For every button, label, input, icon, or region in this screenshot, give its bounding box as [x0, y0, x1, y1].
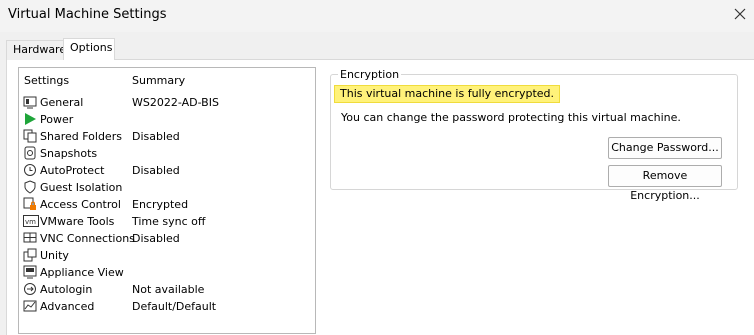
tab-hardware[interactable]: Hardware — [6, 40, 66, 60]
list-item-name: General — [40, 96, 84, 109]
list-item-summary: WS2022-AD-BIS — [132, 96, 219, 109]
remove-encryption-button[interactable]: Remove Encryption... — [608, 165, 722, 202]
list-item-guest-isolation[interactable]: Guest Isolation — [19, 179, 315, 196]
encryption-group: Encryption This virtual machine is fully… — [330, 68, 738, 202]
close-icon — [734, 8, 746, 20]
list-item-name: Guest Isolation — [40, 181, 123, 194]
list-item-name: Unity — [40, 249, 69, 262]
list-item-vnc-connections[interactable]: VNC Connections Disabled — [19, 230, 315, 247]
list-item-name: Power — [40, 113, 74, 126]
vnc-icon — [23, 231, 37, 245]
list-header: Settings Summary — [19, 74, 315, 88]
list-item-access-control[interactable]: Access Control Encrypted — [19, 196, 315, 213]
settings-list[interactable]: Settings Summary General WS2022-AD-BIS P… — [18, 67, 316, 334]
title-bar: Virtual Machine Settings — [0, 0, 754, 32]
encryption-description: You can change the password protecting t… — [341, 111, 681, 124]
general-icon — [23, 95, 37, 109]
guest-isolation-icon — [23, 180, 37, 194]
autoprotect-icon — [23, 163, 37, 177]
appliance-view-icon — [23, 265, 37, 279]
access-control-icon — [23, 197, 37, 211]
column-header-summary: Summary — [132, 74, 186, 87]
list-item-appliance-view[interactable]: Appliance View — [19, 264, 315, 281]
list-item-summary: Time sync off — [132, 215, 206, 228]
power-play-icon — [23, 112, 37, 126]
list-item-snapshots[interactable]: Snapshots — [19, 145, 315, 162]
list-item-name: AutoProtect — [40, 164, 105, 177]
list-item-name: Autologin — [40, 283, 93, 296]
autologin-icon — [23, 282, 37, 296]
list-item-name: VNC Connections — [40, 232, 135, 245]
list-item-summary: Disabled — [132, 130, 180, 143]
vmware-tools-icon: vm — [23, 214, 39, 228]
list-item-power[interactable]: Power — [19, 111, 315, 128]
list-item-shared-folders[interactable]: Shared Folders Disabled — [19, 128, 315, 145]
list-item-name: Snapshots — [40, 147, 98, 160]
list-item-autologin[interactable]: Autologin Not available — [19, 281, 315, 298]
snapshots-icon — [23, 146, 37, 160]
list-item-name: Shared Folders — [40, 130, 122, 143]
list-item-vmware-tools[interactable]: vm VMware Tools Time sync off — [19, 213, 315, 230]
list-item-summary: Default/Default — [132, 300, 217, 313]
list-item-name: VMware Tools — [40, 215, 115, 228]
list-item-name: Appliance View — [40, 266, 124, 279]
svg-text:vm: vm — [25, 218, 36, 226]
list-item-summary: Encrypted — [132, 198, 189, 211]
list-item-autoprotect[interactable]: AutoProtect Disabled — [19, 162, 315, 179]
tab-options[interactable]: Options — [63, 38, 115, 60]
advanced-icon — [23, 299, 37, 313]
encryption-group-label: Encryption — [338, 68, 402, 81]
close-button[interactable] — [726, 0, 754, 28]
list-item-summary: Not available — [132, 283, 205, 296]
change-password-button[interactable]: Change Password... — [608, 137, 722, 159]
column-header-settings: Settings — [24, 74, 70, 87]
encryption-status-text: This virtual machine is fully encrypted. — [334, 85, 561, 103]
list-item-general[interactable]: General WS2022-AD-BIS — [19, 94, 315, 111]
list-item-unity[interactable]: Unity — [19, 247, 315, 264]
list-item-summary: Disabled — [132, 232, 180, 245]
shared-folders-icon — [23, 129, 37, 143]
list-item-name: Advanced — [40, 300, 95, 313]
list-item-advanced[interactable]: Advanced Default/Default — [19, 298, 315, 315]
unity-icon — [23, 248, 37, 262]
window-title: Virtual Machine Settings — [8, 7, 167, 22]
list-item-name: Access Control — [40, 198, 121, 211]
list-item-summary: Disabled — [132, 164, 180, 177]
